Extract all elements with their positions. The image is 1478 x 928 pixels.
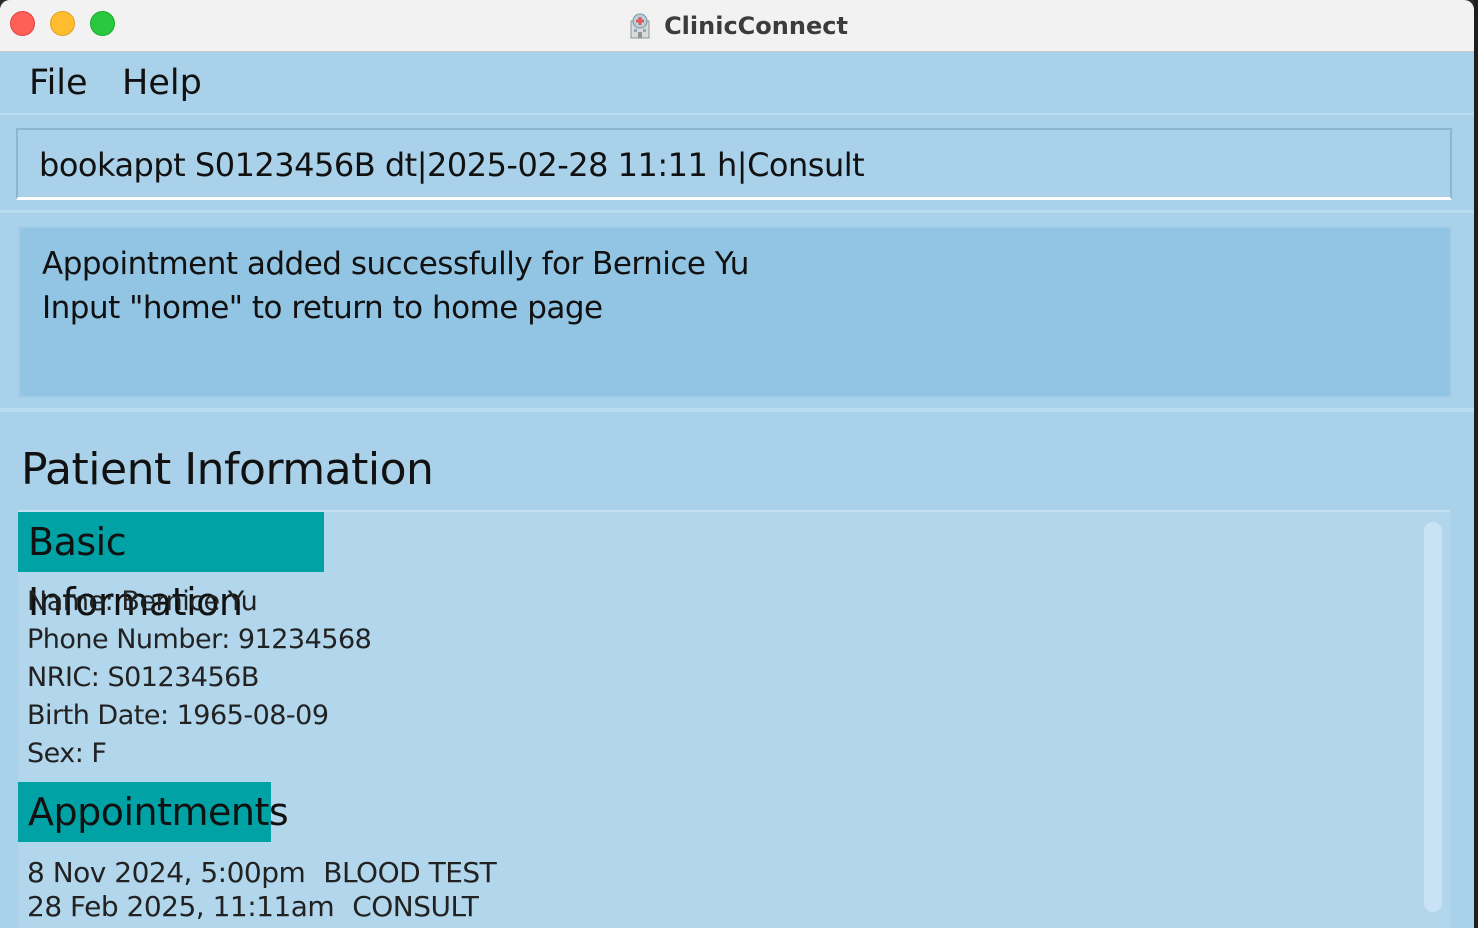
result-display: Appointment added successfully for Berni… [18,226,1452,398]
result-message: Appointment added successfully for Berni… [42,246,749,282]
window-title: ClinicConnect [664,12,848,40]
title-bar: ClinicConnect [0,0,1474,52]
patient-info-panel[interactable]: Basic Information Name: Bernice Yu Phone… [18,510,1450,928]
divider [0,408,1474,412]
result-hint: Input "home" to return to home page [42,290,603,326]
appointment-row: 28 Feb 2025, 11:11am CONSULT [27,890,479,923]
scrollbar-thumb[interactable] [1424,522,1442,912]
command-input[interactable]: bookappt S0123456B dt|2025-02-28 11:11 h… [16,128,1452,200]
appointments-header: Appointments [18,782,289,842]
appointment-row: 8 Nov 2024, 5:00pm BLOOD TEST [27,856,497,889]
appointment-type: CONSULT [352,890,479,923]
hospital-icon [630,13,650,39]
appointment-datetime: 8 Nov 2024, 5:00pm [27,856,306,889]
patient-sex: Sex: F [27,738,107,769]
menu-file[interactable]: File [29,63,88,103]
patient-birth-date: Birth Date: 1965-08-09 [27,700,329,731]
title-wrap: ClinicConnect [0,0,1474,52]
app-window: ClinicConnect File Help bookappt S012345… [0,0,1474,928]
patient-nric: NRIC: S0123456B [27,662,259,693]
menu-bar: File Help [0,53,1474,115]
basic-info-header: Basic Information [18,512,324,624]
desktop-edge [1474,0,1478,928]
divider [0,210,1474,213]
appointment-type: BLOOD TEST [323,856,497,889]
menu-help[interactable]: Help [122,63,202,103]
appointment-datetime: 28 Feb 2025, 11:11am [27,890,335,923]
patient-phone: Phone Number: 91234568 [27,624,372,655]
patient-info-title: Patient Information [21,444,434,495]
patient-name: Name: Bernice Yu [27,586,258,617]
